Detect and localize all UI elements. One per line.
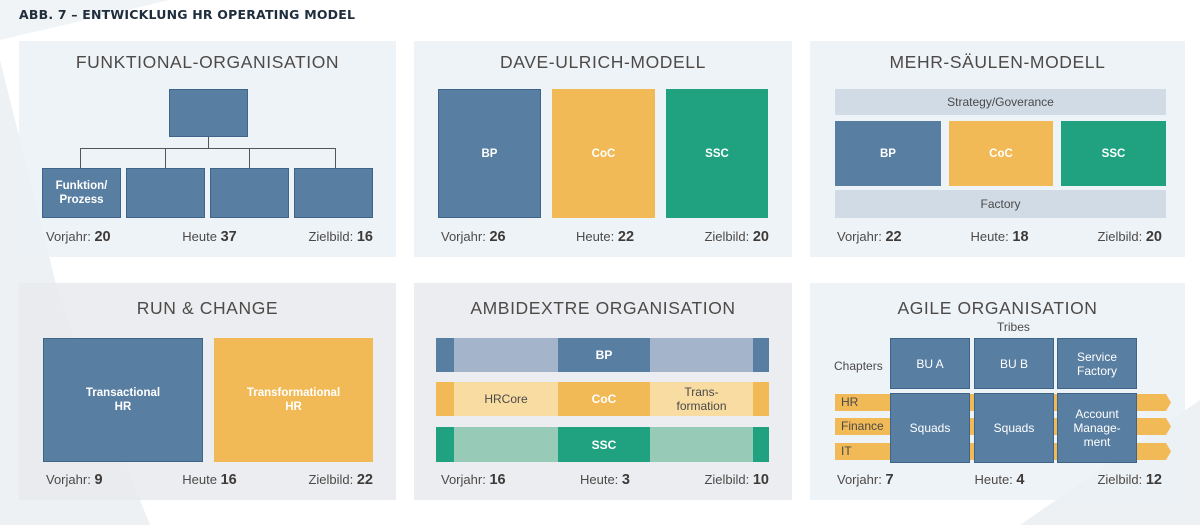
connector-2 [165, 148, 166, 168]
stat-vorjahr: Vorjahr: 7 [837, 472, 894, 488]
tribe-box-bu-a: BU A [890, 338, 970, 389]
stat-zielbild: Zielbild: 20 [704, 229, 769, 245]
row-left-hrcore: HRCore [454, 382, 558, 416]
row-edge-right [753, 382, 769, 416]
stat-vorjahr: Vorjahr: 22 [837, 229, 902, 245]
stat-vorjahr: Vorjahr: 26 [441, 229, 506, 245]
stat-heute: Heute: 3 [579, 472, 631, 488]
row-left-segment [454, 427, 558, 462]
row-edge-left [436, 427, 454, 462]
box-bp: BP [438, 89, 541, 218]
stat-vorjahr: Vorjahr: 16 [441, 472, 506, 488]
connector-horizontal [80, 148, 336, 149]
stats-row: Vorjahr: 22 Heute: 18 Zielbild: 20 [837, 229, 1162, 247]
stat-vorjahr: Vorjahr: 9 [46, 472, 103, 488]
panel-title: AGILE ORGANISATION [897, 298, 1098, 318]
panel-agile-organisation: AGILE ORGANISATION Tribes Chapters HR Fi… [810, 283, 1185, 500]
panel-mehr-saeulen-modell: MEHR-SÄULEN-MODELL Strategy/Goverance BP… [810, 41, 1185, 257]
org-box-2 [126, 168, 205, 218]
tribes-label: Tribes [997, 320, 1030, 334]
panel-dave-ulrich-modell: DAVE-ULRICH-MODELL BP CoC SSC Vorjahr: 2… [414, 41, 792, 257]
stats-row: Vorjahr: 26 Heute: 22 Zielbild: 20 [441, 229, 769, 247]
stat-heute: Heute 16 [182, 472, 237, 488]
org-box-3 [210, 168, 289, 218]
strategy-governance-bar: Strategy/Goverance [835, 89, 1166, 115]
row-ssc: SSC [436, 427, 769, 462]
box-transactional-hr: Transactional HR [43, 338, 203, 462]
row-center-bp: BP [558, 338, 650, 372]
row-right-segment [650, 338, 753, 372]
box-transformational-hr: Transformational HR [214, 338, 373, 462]
stat-vorjahr: Vorjahr: 20 [46, 229, 111, 245]
stat-zielbild: Zielbild: 16 [308, 229, 373, 245]
box-ssc: SSC [1061, 121, 1166, 186]
chapter-arrow-tips [1160, 394, 1171, 460]
box-ssc: SSC [666, 89, 768, 218]
panel-title: FUNKTIONAL-ORGANISATION [75, 52, 340, 72]
row-left-segment [454, 338, 558, 372]
panel-funktional-organisation: FUNKTIONAL-ORGANISATION Funktion/ Prozes… [19, 41, 396, 257]
box-bp: BP [835, 121, 941, 186]
org-root-box [169, 89, 248, 137]
factory-bar: Factory [835, 190, 1166, 218]
tribe-box-bu-b: BU B [974, 338, 1054, 389]
panel-run-and-change: RUN & CHANGE Transactional HR Transforma… [19, 283, 396, 500]
stats-row: Vorjahr: 7 Heute: 4 Zielbild: 12 [837, 472, 1162, 490]
row-edge-right [753, 338, 769, 372]
squad-box-2: Squads [974, 393, 1054, 463]
connector-3 [249, 148, 250, 168]
tribe-box-service-factory: Service Factory [1057, 338, 1137, 389]
row-coc: HRCore CoC Trans- formation [436, 382, 769, 416]
row-edge-left [436, 382, 454, 416]
panel-title: RUN & CHANGE [136, 298, 279, 318]
stat-heute: Heute 37 [182, 229, 237, 245]
row-edge-left [436, 338, 454, 372]
row-center-coc: CoC [558, 382, 650, 416]
stats-row: Vorjahr: 20 Heute 37 Zielbild: 16 [46, 229, 373, 247]
row-bp: BP [436, 338, 769, 372]
row-right-segment [650, 427, 753, 462]
squad-box-1: Squads [890, 393, 970, 463]
squad-box-account-management: Account Manage- ment [1057, 393, 1137, 463]
figure-title: ABB. 7 – ENTWICKLUNG HR OPERATING MODEL [19, 7, 356, 22]
box-coc: CoC [949, 121, 1053, 186]
org-box-funktion-prozess: Funktion/ Prozess [42, 168, 121, 218]
panel-ambidextre-organisation: AMBIDEXTRE ORGANISATION BP HRCore CoC Tr… [414, 283, 792, 500]
connector-1 [80, 148, 81, 168]
connector-vertical-root [208, 137, 209, 148]
row-right-transformation: Trans- formation [650, 382, 753, 416]
row-edge-right [753, 427, 769, 462]
stats-row: Vorjahr: 9 Heute 16 Zielbild: 22 [46, 472, 373, 490]
panel-title: DAVE-ULRICH-MODELL [500, 52, 706, 72]
panel-title: MEHR-SÄULEN-MODELL [889, 52, 1106, 72]
panel-title: AMBIDEXTRE ORGANISATION [470, 298, 736, 318]
stat-heute: Heute: 22 [575, 229, 635, 245]
stat-zielbild: Zielbild: 20 [1097, 229, 1162, 245]
stat-heute: Heute: 18 [970, 229, 1029, 245]
connector-4 [335, 148, 336, 168]
org-box-4 [294, 168, 373, 218]
stats-row: Vorjahr: 16 Heute: 3 Zielbild: 10 [441, 472, 769, 490]
stat-zielbild: Zielbild: 10 [704, 472, 769, 488]
chapters-label: Chapters [834, 359, 883, 373]
box-coc: CoC [552, 89, 655, 218]
row-center-ssc: SSC [558, 427, 650, 462]
stat-zielbild: Zielbild: 22 [308, 472, 373, 488]
stat-zielbild: Zielbild: 12 [1097, 472, 1162, 488]
stat-heute: Heute: 4 [974, 472, 1025, 488]
